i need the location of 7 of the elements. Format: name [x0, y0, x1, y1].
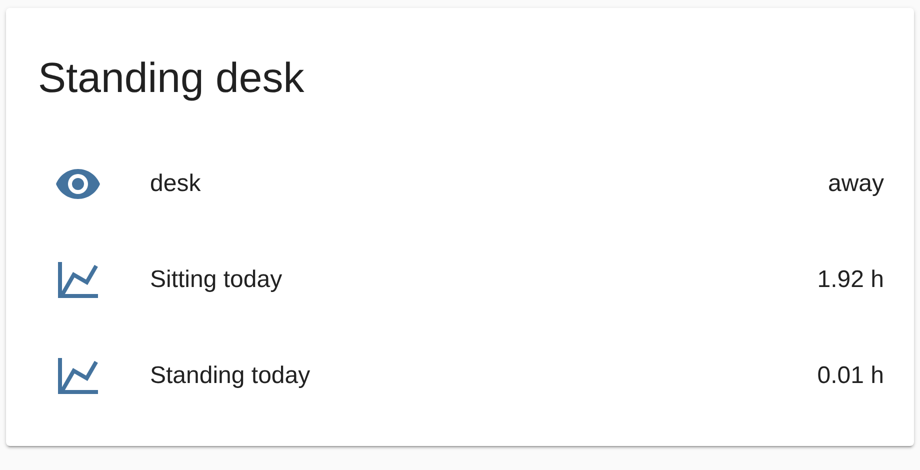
entity-state: 1.92 h [817, 266, 884, 294]
entity-name[interactable]: desk [150, 170, 828, 198]
card-title: Standing desk [38, 53, 306, 103]
entity-state: 0.01 h [817, 362, 884, 390]
entity-state: away [828, 170, 884, 198]
entity-name[interactable]: Sitting today [150, 266, 818, 294]
entity-name[interactable]: Standing today [150, 362, 818, 390]
